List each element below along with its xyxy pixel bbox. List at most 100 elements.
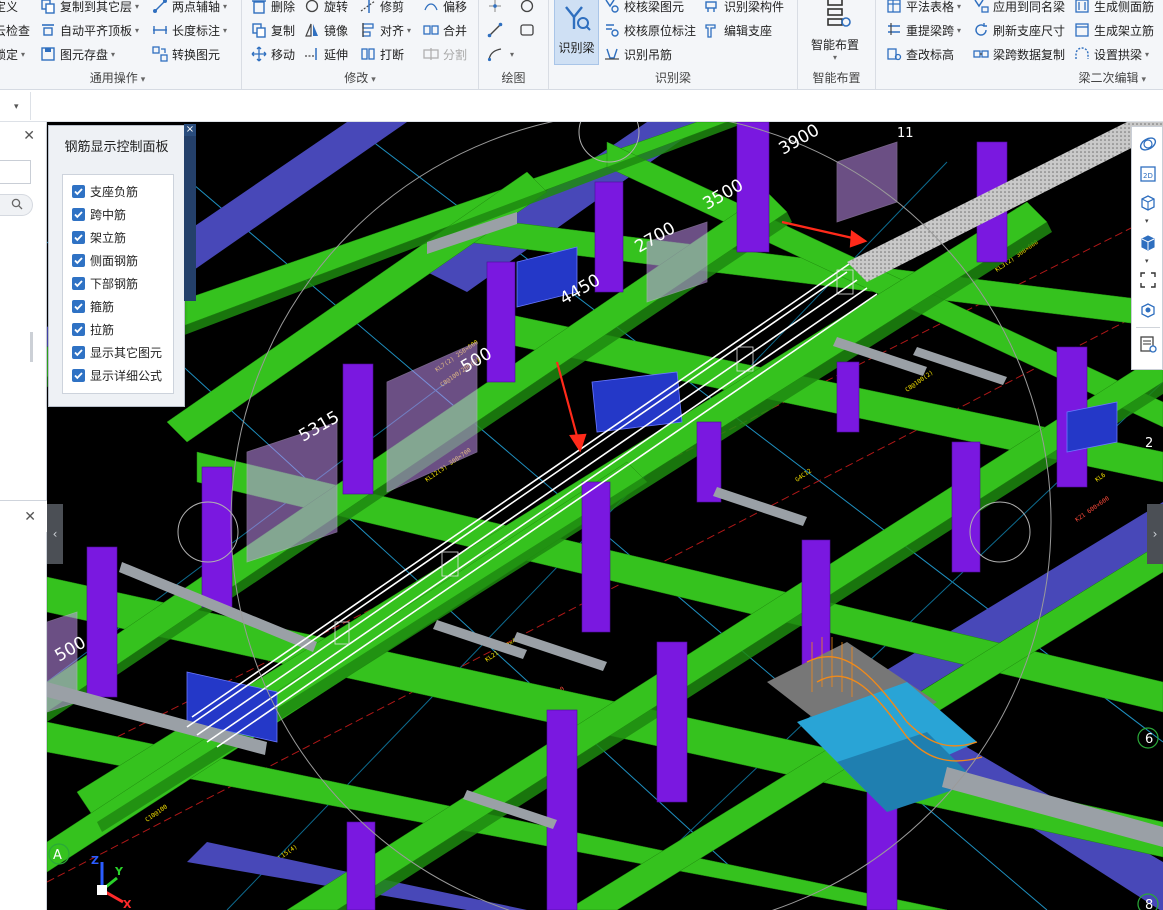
apply-same-name-button[interactable]: 应用到同名梁: [973, 0, 1065, 16]
properties-button[interactable]: [1136, 333, 1160, 357]
axis-y-label: Y: [114, 865, 124, 878]
3d-box-button[interactable]: [1136, 191, 1160, 215]
option-support-negative-rebar[interactable]: 支座负筋: [72, 181, 138, 201]
lock-button[interactable]: 锁定▾: [0, 44, 25, 64]
checkbox-checked-icon[interactable]: [72, 299, 85, 313]
rebar-display-control-panel: 钢筋显示控制面板 支座负筋 跨中筋 架立筋 侧面钢筋 下部钢筋 箍筋 拉筋 显示…: [48, 125, 185, 407]
component-search-input[interactable]: [0, 194, 33, 216]
convert-element-icon: [152, 46, 168, 62]
cloud-check-button[interactable]: 云检查: [0, 20, 30, 40]
erect-rebar-button[interactable]: 生成架立筋: [1074, 20, 1154, 40]
merge-button[interactable]: 合并: [423, 20, 467, 40]
chevron-down-icon[interactable]: ▾: [1145, 257, 1149, 265]
identify-hanger-button[interactable]: 识别吊筋: [604, 44, 672, 64]
search-icon: [11, 198, 23, 213]
chevron-down-icon: ▾: [1141, 75, 1146, 85]
flat-table-button[interactable]: 平法表格 ▾: [886, 0, 961, 16]
tab-list-dropdown-icon[interactable]: ▾: [14, 102, 19, 112]
apply-same-icon: [973, 0, 989, 14]
checkbox-checked-icon[interactable]: [72, 207, 85, 221]
merge-icon: [423, 22, 439, 38]
align-button[interactable]: 对齐 ▾: [360, 20, 411, 40]
view-toolbar: 2D ▾ ▾: [1131, 126, 1163, 370]
checkbox-checked-icon[interactable]: [72, 345, 85, 359]
break-button[interactable]: 打断: [360, 44, 404, 64]
save-element-button[interactable]: 图元存盘 ▾: [40, 44, 115, 64]
checkbox-checked-icon[interactable]: [72, 184, 85, 198]
orbit-button[interactable]: [1136, 133, 1160, 157]
align-icon: [360, 22, 376, 38]
two-point-axis-button[interactable]: 两点辅轴 ▾: [152, 0, 227, 16]
copy-button[interactable]: 复制: [251, 20, 295, 40]
chevron-down-icon: ▾: [371, 75, 376, 85]
close-icon[interactable]: ✕: [24, 509, 36, 525]
arch-beam-button[interactable]: 设置拱梁 ▾: [1074, 44, 1149, 64]
identify-beam-button[interactable]: 识别梁: [554, 0, 599, 65]
option-stirrup[interactable]: 箍筋: [72, 296, 114, 316]
draw-rect-button[interactable]: [519, 20, 539, 40]
option-midspan-rebar[interactable]: 跨中筋: [72, 204, 126, 224]
3d-solid-button[interactable]: [1136, 231, 1160, 255]
split-button[interactable]: 分割: [423, 44, 467, 64]
3d-model-viewport[interactable]: KL7(2) 250×600 C8@100/200(2) KL12(3) 300…: [47, 122, 1163, 910]
element-display-button[interactable]: [1136, 299, 1160, 323]
check-annotation-button[interactable]: 校核原位标注: [604, 20, 696, 40]
checkbox-checked-icon[interactable]: [72, 230, 85, 244]
side-rebar-button[interactable]: 生成侧面筋: [1074, 0, 1154, 16]
copy-icon: [251, 22, 267, 38]
2d-view-button[interactable]: 2D: [1136, 163, 1160, 187]
edit-support-button[interactable]: 编辑支座: [704, 20, 772, 40]
option-list: 支座负筋 跨中筋 架立筋 侧面钢筋 下部钢筋 箍筋 拉筋 显示其它图元 显示详细…: [62, 174, 174, 394]
checkbox-checked-icon[interactable]: [72, 276, 85, 290]
close-icon[interactable]: ✕: [23, 128, 35, 144]
delete-button[interactable]: 删除: [251, 0, 295, 16]
option-show-detailed-formula[interactable]: 显示详细公式: [72, 365, 162, 385]
component-list-field[interactable]: [0, 160, 31, 184]
option-bottom-rebar[interactable]: 下部钢筋: [72, 273, 138, 293]
axis-bubble-label: 6: [1145, 732, 1153, 747]
copy-to-floor-button[interactable]: 复制到其它层 ▾: [40, 0, 139, 16]
checkbox-checked-icon[interactable]: [72, 253, 85, 267]
left-collapse-handle[interactable]: ‹: [47, 504, 63, 564]
draw-point-button[interactable]: [487, 0, 507, 16]
span-data-copy-button[interactable]: 梁跨数据复制: [973, 44, 1065, 64]
trim-button[interactable]: 修剪: [360, 0, 404, 16]
chevron-down-icon[interactable]: ▾: [1145, 217, 1149, 225]
2d-view-icon: 2D: [1138, 164, 1158, 187]
fit-view-button[interactable]: [1136, 269, 1160, 293]
rebar-3d-scene[interactable]: KL7(2) 250×600 C8@100/200(2) KL12(3) 300…: [47, 122, 1163, 910]
draw-arc-button[interactable]: [519, 0, 539, 16]
option-tie-bar[interactable]: 拉筋: [72, 319, 114, 339]
convert-element-button[interactable]: 转换图元: [152, 44, 220, 64]
respan-button[interactable]: 重提梁跨 ▾: [886, 20, 961, 40]
svg-text:2D: 2D: [1143, 172, 1153, 180]
erect-rebar-icon: [1074, 22, 1090, 38]
smart-layout-button[interactable]: 智能布置 ▾: [802, 0, 868, 62]
length-dimension-button[interactable]: 长度标注 ▾: [152, 20, 227, 40]
option-side-rebar[interactable]: 侧面钢筋: [72, 250, 138, 270]
option-erection-rebar[interactable]: 架立筋: [72, 227, 126, 247]
close-icon[interactable]: ×: [184, 124, 196, 136]
extend-button[interactable]: 延伸: [304, 44, 348, 64]
move-button[interactable]: 移动: [251, 44, 295, 64]
mirror-button[interactable]: 镜像: [304, 20, 348, 40]
checkbox-checked-icon[interactable]: [72, 368, 85, 382]
chevron-down-icon: ▾: [135, 25, 140, 35]
group-identify-beam: 识别梁 校核梁图元 校核原位标注 识别吊筋 识别梁构件 编辑支座 识别梁: [549, 0, 798, 89]
split-icon: [423, 46, 439, 62]
identify-beam-component-button[interactable]: 识别梁构件: [704, 0, 784, 16]
right-collapse-handle[interactable]: ›: [1147, 504, 1163, 564]
offset-button[interactable]: 偏移: [423, 0, 467, 16]
rotate-button[interactable]: 旋转: [304, 0, 348, 16]
refresh-support-button[interactable]: 刷新支座尺寸: [973, 20, 1065, 40]
check-beam-button[interactable]: 校核梁图元: [604, 0, 684, 16]
delete-icon: [251, 0, 267, 14]
option-show-other-elements[interactable]: 显示其它图元: [72, 342, 162, 362]
draw-curve-button[interactable]: ▾: [487, 44, 514, 64]
define-button[interactable]: 定义: [0, 0, 18, 16]
align-top-button[interactable]: 自动平齐顶板 ▾: [40, 20, 139, 40]
checkbox-checked-icon[interactable]: [72, 322, 85, 336]
draw-line-button[interactable]: [487, 20, 507, 40]
splitter[interactable]: [30, 332, 33, 362]
elevation-button[interactable]: 查改标高: [886, 44, 954, 64]
